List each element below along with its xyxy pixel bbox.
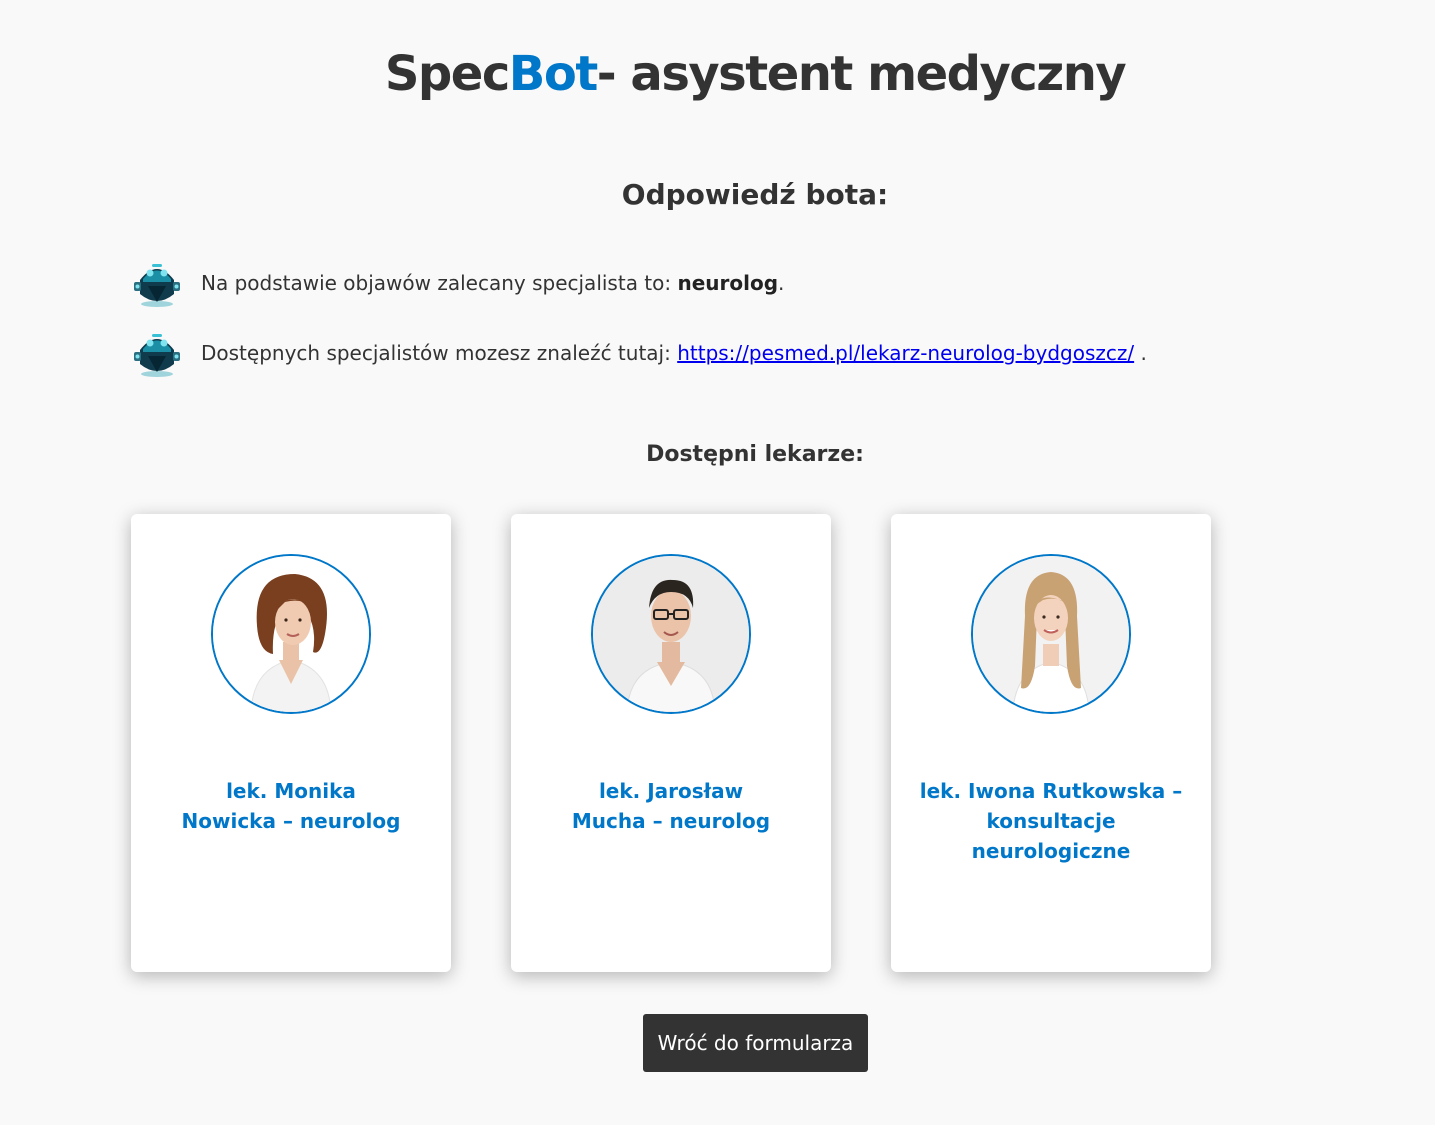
doctor-photo-icon — [973, 556, 1129, 712]
bot-message-specialist: Na podstawie objawów zalecany specjalist… — [130, 256, 784, 310]
bot-message-text: Dostępnych specjalistów mozesz znaleźć t… — [201, 341, 1147, 365]
doctor-photo-iwona — [971, 554, 1131, 714]
doctor-card[interactable]: lek. Jarosław Mucha – neurolog — [511, 514, 831, 972]
brand-name-part1: Spec — [384, 46, 510, 102]
specialists-link[interactable]: https://pesmed.pl/lekarz-neurolog-bydgos… — [677, 341, 1134, 365]
doctor-card[interactable]: lek. Monika Nowicka – neurolog — [131, 514, 451, 972]
answer-heading: Odpowiedź bota: — [621, 178, 889, 211]
doctor-photo-icon — [213, 556, 369, 712]
doctor-card[interactable]: lek. Iwona Rutkowska – konsultacje neuro… — [891, 514, 1211, 972]
back-to-form-button[interactable]: Wróć do formularza — [643, 1014, 868, 1072]
bot-message-link: Dostępnych specjalistów mozesz znaleźć t… — [130, 326, 1147, 380]
doctor-photo-monika — [211, 554, 371, 714]
doctor-photo-icon — [593, 556, 749, 712]
robot-icon — [134, 264, 180, 307]
doctor-name-link[interactable]: lek. Jarosław Mucha – neurolog — [531, 776, 811, 836]
brand-name-accent: Bot — [508, 46, 599, 102]
specialist-name: neurolog — [677, 271, 779, 295]
doctor-name-link[interactable]: lek. Iwona Rutkowska – konsultacje neuro… — [911, 776, 1191, 866]
doctor-photo-jaroslaw — [591, 554, 751, 714]
page-title: SpecBot- asystent medyczny — [0, 46, 1435, 102]
robot-icon — [134, 334, 180, 377]
bot-message-text: Na podstawie objawów zalecany specjalist… — [201, 271, 785, 295]
page: SpecBot- asystent medyczny Odpowiedź bot… — [0, 0, 1435, 1125]
doctors-heading: Dostępni lekarze: — [646, 442, 864, 467]
doctor-name-link[interactable]: lek. Monika Nowicka – neurolog — [151, 776, 431, 836]
brand-subtitle: - asystent medyczny — [596, 46, 1127, 102]
